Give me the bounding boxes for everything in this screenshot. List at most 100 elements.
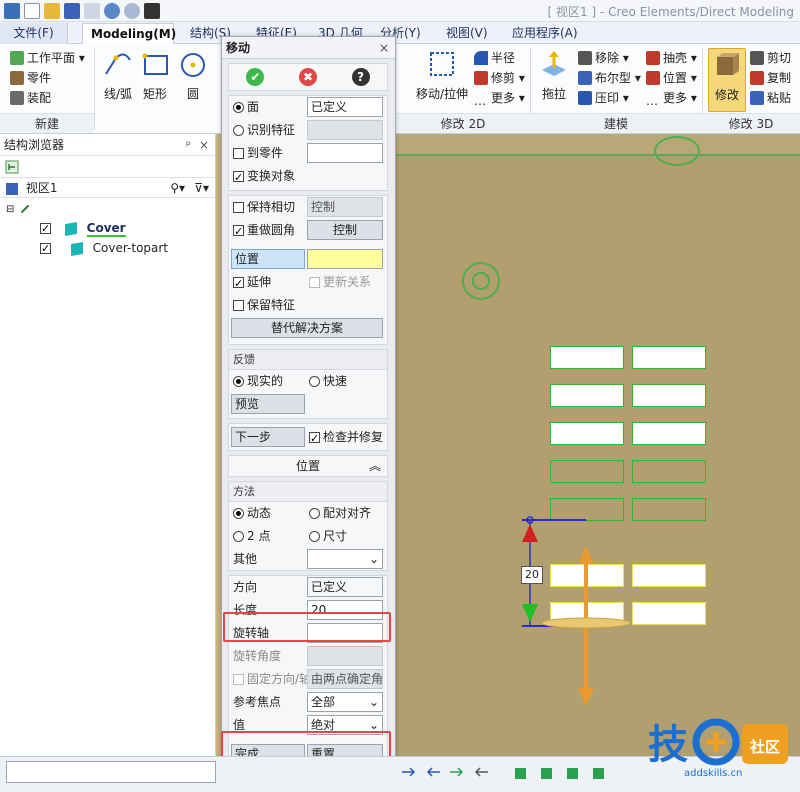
cube-view-icon[interactable] <box>538 763 556 781</box>
extend-checkbox[interactable] <box>233 273 244 295</box>
cube-view-icon[interactable] <box>512 763 530 781</box>
visibility-checkbox[interactable] <box>40 239 51 259</box>
tree-icon[interactable] <box>4 159 20 175</box>
imprint-button[interactable]: 压印 ▾ <box>578 88 629 108</box>
other-select[interactable]: ⌄ <box>307 549 383 569</box>
browser-root-row[interactable]: 视区1 ⚲▾ ⊽▾ <box>0 178 215 198</box>
collapse-chevron-icon[interactable]: ︽ <box>369 456 381 476</box>
more-2d-button[interactable]: … 更多 ▾ <box>474 88 525 108</box>
align-radio[interactable] <box>309 508 320 519</box>
save-icon[interactable] <box>64 2 80 19</box>
fix-direction-checkbox[interactable] <box>233 674 244 685</box>
to-part-checkbox[interactable] <box>233 148 244 159</box>
part-top-face[interactable] <box>396 134 800 156</box>
face-field[interactable]: 已定义 <box>307 97 383 117</box>
workplane-button[interactable]: 工作平面 ▾ <box>10 48 85 68</box>
arrow-tool-icon[interactable] <box>424 763 442 781</box>
cut-button[interactable]: 剪切 <box>750 48 791 68</box>
slot-face[interactable] <box>550 346 624 369</box>
next-step-button[interactable]: 下一步 <box>231 427 305 447</box>
close-icon[interactable]: × <box>199 134 209 156</box>
direction-field[interactable]: 已定义 <box>307 577 383 597</box>
fast-radio[interactable] <box>309 376 320 387</box>
collapse-icon[interactable]: ⊟ <box>6 204 14 215</box>
cube-view-icon[interactable] <box>590 763 608 781</box>
part-button[interactable]: 零件 <box>10 68 51 88</box>
tab-modeling[interactable]: Modeling(M) <box>82 23 176 44</box>
position-field[interactable] <box>307 249 383 269</box>
slot-face[interactable] <box>632 460 706 483</box>
ok-button[interactable]: ✔ <box>246 68 265 86</box>
filter-icon[interactable] <box>144 2 160 19</box>
slot-face[interactable] <box>550 384 624 407</box>
identify-feature-field[interactable] <box>307 120 383 140</box>
slot-face[interactable] <box>632 346 706 369</box>
rotation-angle-field[interactable] <box>307 646 383 666</box>
slot-face[interactable] <box>632 422 706 445</box>
face-option[interactable]: 面已定义 <box>229 96 387 119</box>
position-button[interactable]: 位置 <box>231 249 305 269</box>
slot-face[interactable] <box>632 384 706 407</box>
tree-item-cover[interactable]: Cover <box>0 218 215 239</box>
identify-feature-option[interactable]: 识别特征 <box>229 119 387 142</box>
boss-feature[interactable] <box>654 136 700 166</box>
slot-face[interactable] <box>550 422 624 445</box>
redo-fillet-checkbox[interactable] <box>233 221 244 243</box>
tab-file[interactable]: 文件(F) <box>0 23 68 44</box>
boolean-button[interactable]: 布尔型 ▾ <box>578 68 641 88</box>
undo-icon[interactable] <box>104 2 120 19</box>
arrow-tool-icon[interactable] <box>400 763 418 781</box>
pin-icon[interactable]: ᵖ <box>186 134 191 156</box>
rectangle-button[interactable]: 矩形 <box>140 48 170 102</box>
shell-button[interactable]: 抽壳 ▾ <box>646 48 697 68</box>
position-section-header[interactable]: 位置 ︽ <box>228 455 388 477</box>
transform-objects-checkbox[interactable] <box>233 167 244 189</box>
arrow-tool-icon[interactable] <box>472 763 490 781</box>
graphics-viewport[interactable]: 20 <box>396 134 800 756</box>
identify-feature-radio[interactable] <box>233 125 244 136</box>
slot-face[interactable] <box>550 460 624 483</box>
face-radio[interactable] <box>233 102 244 113</box>
arrow-tool-icon[interactable] <box>448 763 466 781</box>
move-manipulator[interactable] <box>516 510 656 720</box>
circle-button[interactable]: 圆 <box>174 48 212 102</box>
close-icon[interactable]: × <box>379 37 389 59</box>
binoculars-icon[interactable]: ⚲▾ <box>170 178 185 198</box>
radius-button[interactable]: 半径 <box>474 48 515 68</box>
extend-option[interactable]: 延伸更新关系 <box>229 271 387 295</box>
update-relation-checkbox[interactable] <box>309 277 320 288</box>
position-button[interactable]: 位置 ▾ <box>646 68 697 88</box>
keep-feature-checkbox[interactable] <box>233 300 244 311</box>
modify-button[interactable]: 修改 <box>708 48 746 112</box>
remove-button[interactable]: 移除 ▾ <box>578 48 629 68</box>
copy-button[interactable]: 复制 <box>750 68 791 88</box>
move-stretch-button[interactable]: 移动/拉伸 <box>414 48 470 102</box>
dynamic-radio[interactable] <box>233 508 244 519</box>
assembly-button[interactable]: 装配 <box>10 88 51 108</box>
keep-tangent-control-button[interactable]: 控制 <box>307 197 383 217</box>
tab-applications[interactable]: 应用程序(A) <box>504 23 586 44</box>
preview-button[interactable]: 预览 <box>231 394 305 414</box>
paste-button[interactable]: 粘贴 <box>750 88 791 108</box>
redo-icon[interactable] <box>124 2 140 19</box>
two-points-radio[interactable] <box>233 531 244 542</box>
keep-tangent-checkbox[interactable] <box>233 202 244 213</box>
redo-fillet-control-button[interactable]: 控制 <box>307 220 383 240</box>
open-folder-icon[interactable] <box>44 2 60 19</box>
check-repair-checkbox[interactable] <box>309 428 320 450</box>
dimension-radio[interactable] <box>309 531 320 542</box>
boss-feature-inner[interactable] <box>472 272 490 290</box>
realistic-radio[interactable] <box>233 376 244 387</box>
dimension-label[interactable]: 20 <box>521 566 543 584</box>
visibility-checkbox[interactable] <box>40 219 51 239</box>
tree-item-cover-topart[interactable]: Cover-topart <box>0 238 215 259</box>
to-part-field[interactable] <box>307 143 383 163</box>
keep-feature-option[interactable]: 保留特征 <box>229 294 387 317</box>
cancel-button[interactable]: ✖ <box>298 68 317 86</box>
trim-button[interactable]: 修剪 ▾ <box>474 68 525 88</box>
print-preview-icon[interactable] <box>84 2 100 19</box>
to-part-option[interactable]: 到零件 <box>229 142 387 165</box>
keep-tangent-option[interactable]: 保持相切 控制 <box>229 196 387 219</box>
line-arc-button[interactable]: 线/弧 <box>98 48 138 102</box>
tab-view[interactable]: 视图(V) <box>438 23 496 44</box>
